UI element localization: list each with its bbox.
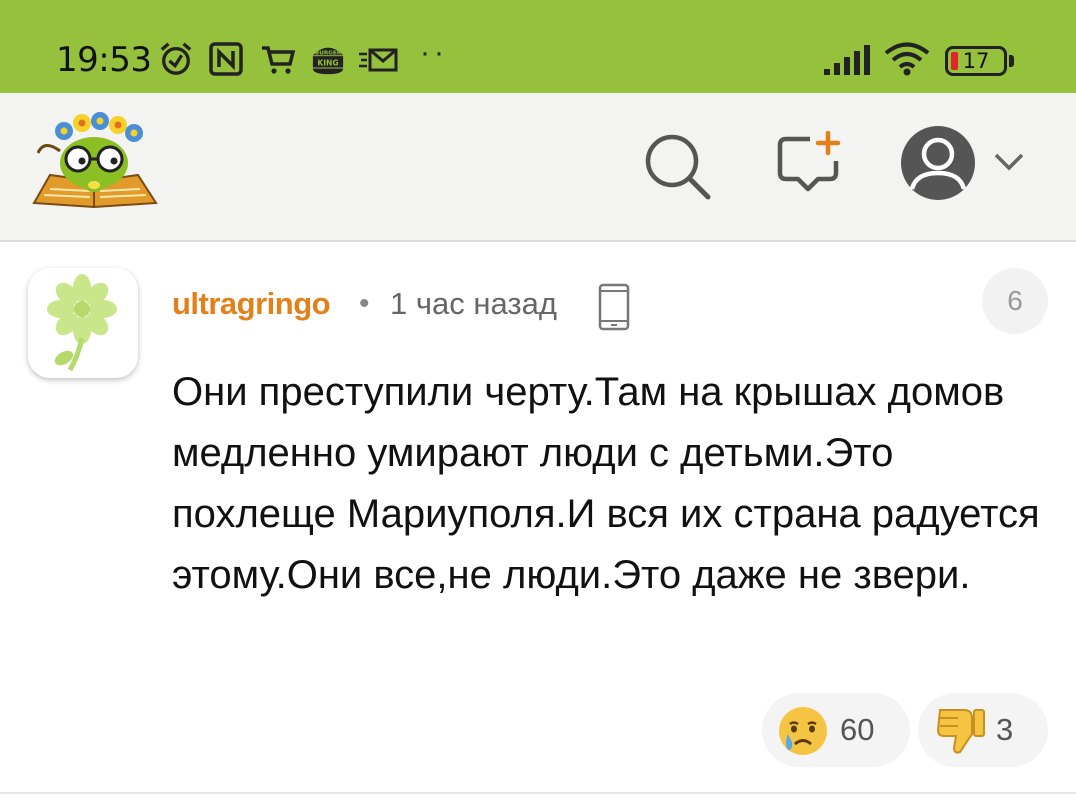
alarm-icon: [160, 42, 192, 75]
divider: [0, 792, 1076, 794]
comment-avatar[interactable]: [28, 268, 138, 378]
signal-icon: [824, 45, 870, 75]
comment-author[interactable]: ultragringo: [172, 282, 331, 326]
user-avatar-icon[interactable]: [898, 123, 978, 203]
status-bar: 19:53 BURGER KING ·· 17: [0, 0, 1076, 93]
chevron-down-icon[interactable]: [992, 151, 1026, 173]
comment-time: 1 час назад: [390, 286, 557, 321]
crying-face-icon: [779, 707, 827, 755]
reaction-crying[interactable]: 60: [762, 693, 910, 767]
meta-separator: •: [359, 287, 370, 320]
battery-tip: [1009, 55, 1014, 67]
new-comment-icon[interactable]: [776, 131, 846, 197]
phone-icon: [598, 283, 630, 331]
site-logo[interactable]: [30, 111, 162, 211]
wifi-icon: [884, 42, 930, 76]
flower-avatar-icon: [47, 274, 117, 372]
battery-level: 17: [962, 49, 990, 73]
cart-icon: [262, 46, 296, 74]
burger-king-icon: BURGER KING: [312, 47, 344, 75]
battery-icon: 17: [945, 46, 1007, 76]
thumbs-down-icon: [936, 709, 985, 754]
app-header: [0, 93, 1076, 242]
svg-text:KING: KING: [317, 59, 338, 68]
comment-text: Они преступили черту.Там на крышах домов…: [172, 370, 1040, 597]
reaction-thumbs-down-count: 3: [996, 712, 1014, 747]
svg-text:BURGER: BURGER: [315, 50, 342, 56]
mail-icon: [359, 48, 398, 72]
more-dots-icon: ··: [420, 36, 448, 69]
search-icon[interactable]: [642, 131, 714, 203]
reaction-crying-count: 60: [840, 712, 875, 747]
comment-rating: 6: [982, 268, 1048, 334]
status-time: 19:53: [56, 40, 152, 80]
nfc-icon: [209, 42, 243, 76]
reaction-thumbs-down[interactable]: 3: [918, 693, 1048, 767]
